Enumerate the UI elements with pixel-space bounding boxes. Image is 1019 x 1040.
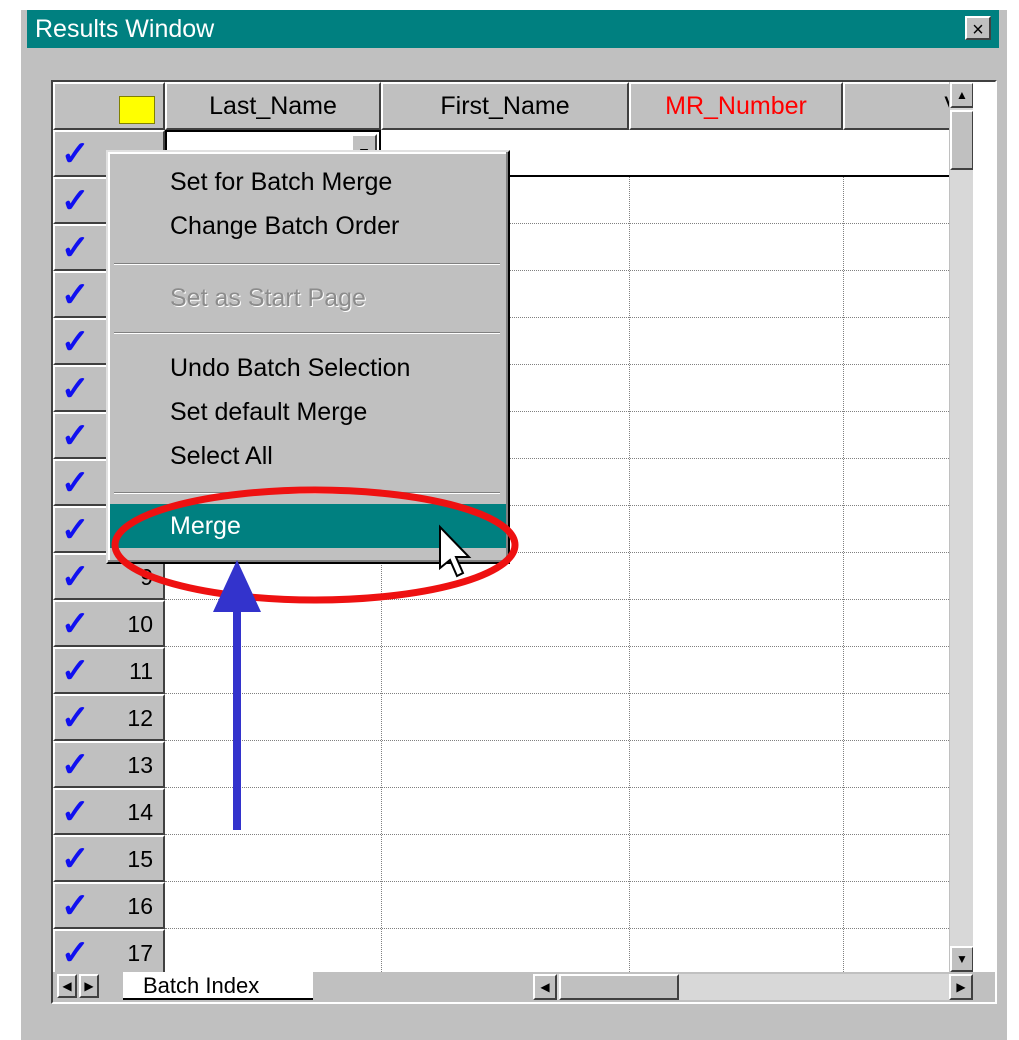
menu-separator [114,263,500,265]
row-header[interactable]: ✓ 17 [53,929,165,972]
row-number: 14 [127,799,153,825]
vertical-scrollbar[interactable]: ▲ ▼ [949,82,973,972]
tab-label: Batch Index [143,973,260,998]
row-header[interactable]: ✓ 12 [53,694,165,741]
checkmark-icon: ✓ [61,417,90,455]
row-divider [165,787,973,788]
menu-item-set-default-merge[interactable]: Set default Merge [110,390,506,434]
row-divider [165,740,973,741]
checkmark-icon: ✓ [61,370,90,408]
row-header[interactable]: ✓ 14 [53,788,165,835]
row-number: 13 [127,752,153,778]
checkmark-icon: ✓ [61,229,90,267]
tab-next-button[interactable]: ▶ [79,974,99,998]
folder-icon [119,96,155,124]
checkmark-icon: ✓ [61,605,90,643]
row-divider [165,646,973,647]
row-number: 16 [127,893,153,919]
checkmark-icon: ✓ [61,934,90,972]
row-number: 17 [127,940,153,966]
row-header[interactable]: ✓ 10 [53,600,165,647]
column-header-mr-number[interactable]: MR_Number [629,82,843,130]
checkmark-icon: ✓ [61,558,90,596]
column-header-first-name[interactable]: First_Name [381,82,629,130]
horizontal-scrollbar[interactable]: ◀ ▶ [533,974,973,1000]
scroll-up-button[interactable]: ▲ [950,82,973,108]
row-divider [165,928,973,929]
sheet-tab-bar: ◀ ▶ Batch Index ◀ ▶ [53,972,995,1002]
tab-prev-button[interactable]: ◀ [57,974,77,998]
row-header[interactable]: ✓ 16 [53,882,165,929]
menu-item-set-for-batch-merge[interactable]: Set for Batch Merge [110,160,506,204]
row-number: 11 [129,658,153,684]
menu-item-change-batch-order[interactable]: Change Batch Order [110,204,506,248]
scroll-right-button[interactable]: ▶ [949,974,973,1000]
window-title: Results Window [35,15,215,43]
row-number: 12 [127,705,153,731]
checkmark-icon: ✓ [61,464,90,502]
menu-separator [114,492,500,494]
menu-separator [114,332,500,334]
scroll-down-button[interactable]: ▼ [950,946,973,972]
checkmark-icon: ✓ [61,511,90,549]
row-header[interactable]: ✓ 13 [53,741,165,788]
checkmark-icon: ✓ [61,323,90,361]
checkmark-icon: ✓ [61,135,90,173]
row-divider [165,599,973,600]
menu-item-undo-batch-selection[interactable]: Undo Batch Selection [110,346,506,390]
row-number: 10 [127,611,153,637]
close-button[interactable]: × [965,16,991,41]
column-divider [843,130,844,972]
menu-item-set-as-start-page[interactable]: Set as Start Page [110,276,506,320]
tab-batch-index[interactable]: Batch Index [123,972,313,1000]
column-header-last-name[interactable]: Last_Name [165,82,381,130]
title-bar[interactable]: Results Window × [27,10,999,48]
vertical-scroll-thumb[interactable] [950,110,973,170]
row-divider [165,881,973,882]
checkmark-icon: ✓ [61,699,90,737]
checkmark-icon: ✓ [61,652,90,690]
row-number: 15 [127,846,153,872]
checkmark-icon: ✓ [61,887,90,925]
close-icon: × [972,19,984,41]
menu-item-merge[interactable]: Merge [110,504,506,548]
context-menu: Set for Batch Merge Change Batch Order S… [106,150,510,564]
row-divider [165,834,973,835]
horizontal-scroll-thumb[interactable] [559,974,679,1000]
row-divider [165,693,973,694]
column-divider [629,130,630,972]
row-header[interactable]: ✓ 11 [53,647,165,694]
checkmark-icon: ✓ [61,793,90,831]
checkmark-icon: ✓ [61,746,90,784]
scroll-left-button[interactable]: ◀ [533,974,557,1000]
row-header[interactable]: ✓ 15 [53,835,165,882]
checkmark-icon: ✓ [61,276,90,314]
menu-item-select-all[interactable]: Select All [110,434,506,478]
checkmark-icon: ✓ [61,840,90,878]
checkmark-icon: ✓ [61,182,90,220]
